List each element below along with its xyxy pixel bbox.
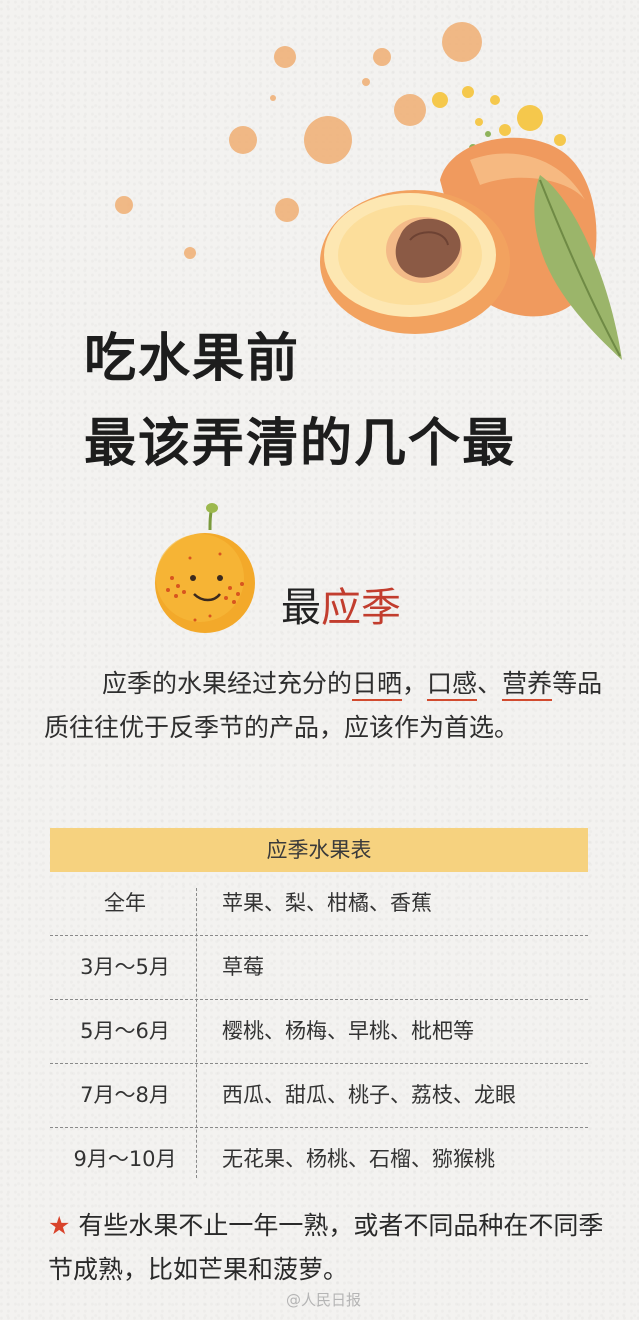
table-row: 9月～10月 无花果、杨桃、石榴、猕猴桃 bbox=[50, 1128, 588, 1191]
highlight-taste: 口感 bbox=[427, 669, 478, 701]
para-text-1: 应季的水果经过充分的 bbox=[102, 669, 353, 698]
table-row: 3月～5月 草莓 bbox=[50, 936, 588, 1000]
row-fruits: 无花果、杨桃、石榴、猕猴桃 bbox=[222, 1147, 495, 1171]
note-paragraph: ★ 有些水果不止一年一熟，或者不同品种在不同季节成熟，比如芒果和菠萝。 bbox=[48, 1204, 608, 1292]
seasonal-fruit-table: 应季水果表 全年 苹果、梨、柑橘、香蕉 3月～5月 草莓 5月～6月 樱桃、杨梅… bbox=[50, 828, 588, 1191]
highlight-sunshine: 日晒 bbox=[352, 669, 403, 701]
row-period: 5月～6月 bbox=[80, 1019, 170, 1043]
table-row: 5月～6月 樱桃、杨梅、早桃、枇杷等 bbox=[50, 1000, 588, 1064]
section-accent: 应季 bbox=[321, 585, 401, 631]
row-fruits: 西瓜、甜瓜、桃子、荔枝、龙眼 bbox=[222, 1083, 516, 1107]
section-prefix: 最 bbox=[281, 585, 321, 631]
highlight-nutrition: 营养 bbox=[502, 669, 553, 701]
para-text-2: ， bbox=[402, 669, 428, 698]
star-icon: ★ bbox=[48, 1211, 71, 1240]
table-header: 应季水果表 bbox=[50, 828, 588, 872]
table-row: 全年 苹果、梨、柑橘、香蕉 bbox=[50, 872, 588, 936]
para-text-3: 、 bbox=[477, 669, 503, 698]
intro-paragraph: 应季的水果经过充分的日晒，口感、营养等品质往往优于反季节的产品，应该作为首选。 bbox=[44, 662, 614, 750]
title-line-2: 最该弄清的几个最 bbox=[84, 413, 517, 474]
row-fruits: 苹果、梨、柑橘、香蕉 bbox=[222, 891, 432, 915]
note-text: 有些水果不止一年一熟，或者不同品种在不同季节成熟，比如芒果和菠萝。 bbox=[48, 1211, 604, 1284]
row-period: 3月～5月 bbox=[80, 955, 170, 979]
row-period: 7月～8月 bbox=[80, 1083, 170, 1107]
table-row: 7月～8月 西瓜、甜瓜、桃子、荔枝、龙眼 bbox=[50, 1064, 588, 1128]
title-line-1: 吃水果前 bbox=[84, 328, 301, 389]
section-heading: 最应季 bbox=[281, 575, 401, 633]
row-period: 全年 bbox=[104, 891, 146, 915]
row-fruits: 草莓 bbox=[222, 955, 264, 979]
row-period: 9月～10月 bbox=[73, 1147, 177, 1171]
weibo-watermark: @人民日报 bbox=[286, 1291, 362, 1309]
row-fruits: 樱桃、杨梅、早桃、枇杷等 bbox=[222, 1019, 474, 1043]
orange-smiley-icon bbox=[155, 503, 255, 633]
